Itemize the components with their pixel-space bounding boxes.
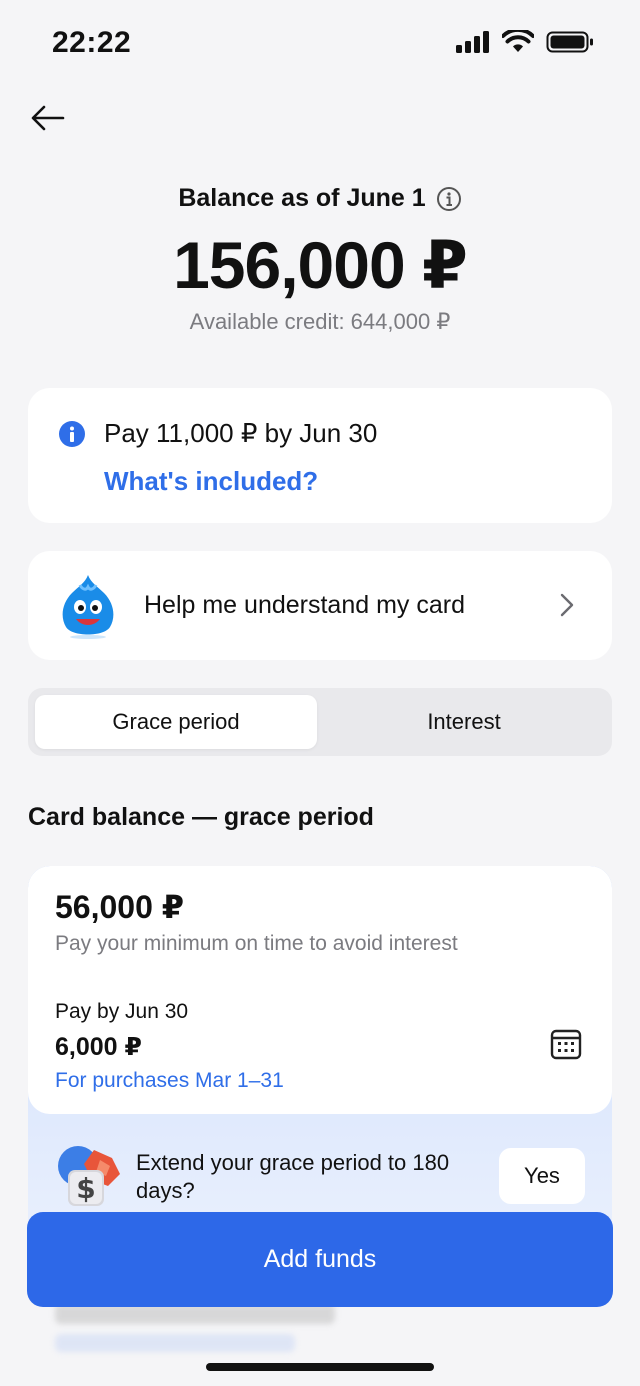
mascot-icon [62,575,114,639]
purchases-period-link[interactable]: For purchases Mar 1–31 [55,1069,284,1093]
home-indicator [206,1363,434,1371]
status-icons [456,30,594,54]
whats-included-link[interactable]: What's included? [104,466,318,497]
back-arrow-icon [31,105,65,131]
money-icon: $ [58,1146,120,1206]
minimum-payment-amount: 6,000 ₽ [55,1033,142,1061]
segmented-control: Grace period Interest [28,688,612,756]
grace-balance-card: 56,000 ₽ Pay your minimum on time to avo… [28,866,612,1114]
tab-interest[interactable]: Interest [323,695,605,749]
back-button[interactable] [24,96,72,140]
help-card[interactable]: Help me understand my card [28,551,612,660]
balance-header: Balance as of June 1 156,000 ₽ Available… [0,184,640,335]
obscured-line [55,1304,335,1324]
payment-notice-card: Pay 11,000 ₽ by Jun 30 What's included? [28,388,612,523]
info-icon [59,421,85,447]
obscured-link-line [55,1334,295,1352]
balance-info-icon[interactable] [436,186,462,212]
chevron-right-icon [560,593,574,617]
signal-icon [456,31,489,53]
grace-amount: 56,000 ₽ [55,889,185,925]
balance-title: Balance as of June 1 [178,184,426,212]
extend-yes-button[interactable]: Yes [499,1148,585,1204]
tab-grace-period[interactable]: Grace period [35,695,317,749]
add-funds-button[interactable]: Add funds [27,1212,613,1307]
section-title: Card balance — grace period [28,803,374,831]
payment-notice-text: Pay 11,000 ₽ by Jun 30 [104,418,378,448]
available-credit: Available credit: 644,000 ₽ [189,309,451,334]
status-time: 22:22 [52,26,132,59]
status-bar: 22:22 [0,0,640,90]
calendar-icon[interactable] [550,1028,582,1060]
battery-icon [546,31,593,53]
extend-grace-text: Extend your grace period to 180 days? [136,1150,450,1203]
help-label: Help me understand my card [144,591,465,619]
wifi-icon [502,30,534,52]
svg-text:$: $ [76,1172,95,1205]
balance-title-row: Balance as of June 1 [0,184,640,213]
grace-description: Pay your minimum on time to avoid intere… [55,932,458,955]
balance-amount: 156,000 ₽ [173,228,468,302]
pay-by-date: Pay by Jun 30 [55,1000,189,1023]
